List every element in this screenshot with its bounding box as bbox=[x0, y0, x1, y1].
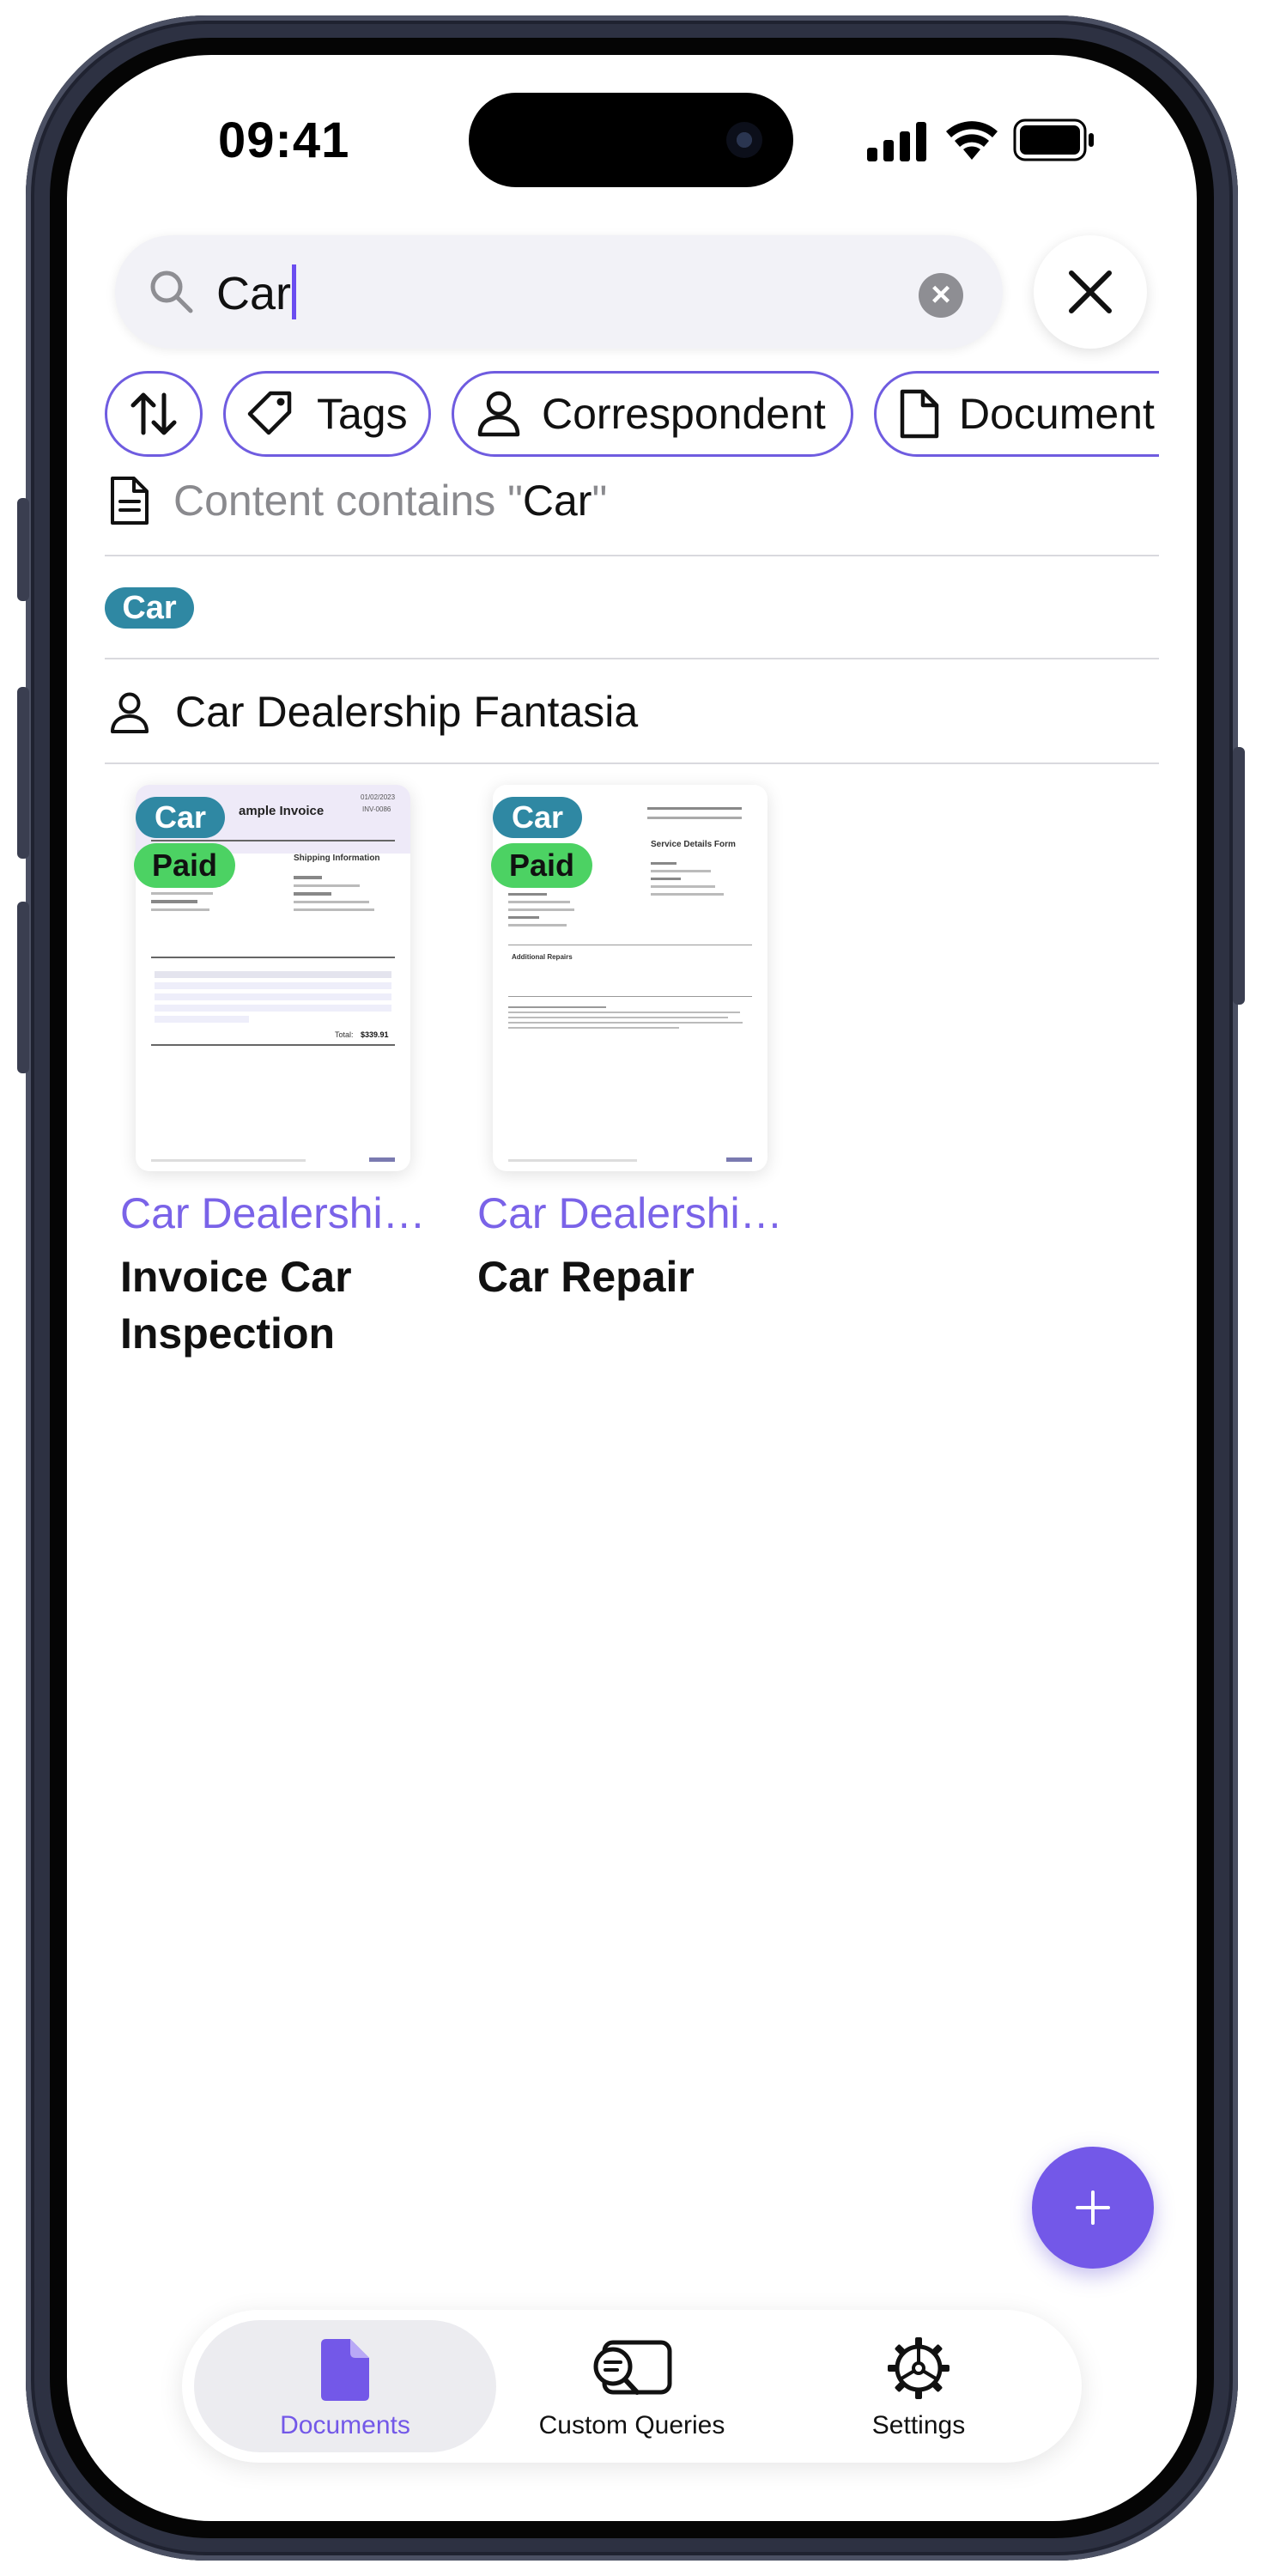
add-document-button[interactable] bbox=[1032, 2147, 1154, 2269]
preview-shipping-block bbox=[294, 871, 388, 922]
tab-custom-queries[interactable]: Custom Queries bbox=[498, 2320, 766, 2452]
battery-icon bbox=[1013, 118, 1094, 161]
status-time: 09:41 bbox=[218, 112, 350, 168]
document-type-filter-chip[interactable]: Document bbox=[874, 371, 1159, 457]
chip-scroll-clip: Document bbox=[872, 361, 1159, 467]
preview-footer-logo bbox=[369, 1157, 395, 1162]
person-icon bbox=[111, 692, 149, 733]
text-caret bbox=[292, 264, 297, 319]
clear-search-button[interactable]: × bbox=[919, 273, 963, 318]
document-correspondent: Car Dealershi… bbox=[120, 1189, 426, 1237]
preview-footer bbox=[508, 1159, 637, 1162]
preview-text-block bbox=[508, 888, 585, 939]
tag-badge: Paid bbox=[491, 843, 592, 888]
preview-total: $339.91 bbox=[361, 1030, 389, 1039]
volume-down-button bbox=[17, 902, 29, 1073]
signal-icon bbox=[867, 122, 926, 161]
person-icon bbox=[477, 391, 520, 437]
search-message-icon bbox=[593, 2340, 672, 2395]
wifi-icon bbox=[946, 121, 998, 160]
preview-footer bbox=[151, 1159, 306, 1162]
preview-date: 01/02/2023 bbox=[361, 793, 396, 801]
document-card[interactable]: ample Invoice 01/02/2023 INV-0086 Shippi… bbox=[118, 785, 428, 1369]
close-search-button[interactable] bbox=[1034, 235, 1147, 349]
tab-settings-label: Settings bbox=[871, 2411, 966, 2439]
preview-table bbox=[155, 969, 391, 1029]
preview-heading: ample Invoice bbox=[239, 804, 325, 818]
preview-section: Shipping Information bbox=[294, 854, 380, 863]
correspondent-filter-chip[interactable]: Correspondent bbox=[452, 371, 853, 457]
camera-icon bbox=[726, 122, 762, 158]
preview-heading: Service Details Form bbox=[651, 840, 736, 849]
correspondent-suggestion-label: Car Dealership Fantasia bbox=[175, 688, 639, 736]
correspondent-suggestion[interactable]: Car Dealership Fantasia bbox=[105, 687, 1159, 742]
content-contains-label: Content contains "Car" bbox=[173, 477, 608, 525]
document-title: Invoice Car Inspection bbox=[120, 1253, 352, 1358]
tags-filter-label: Tags bbox=[317, 390, 408, 438]
document-type-filter-label: Document bbox=[959, 390, 1155, 438]
tag-badge: Car bbox=[136, 797, 225, 838]
tab-documents[interactable]: Documents bbox=[194, 2320, 496, 2452]
document-filled-icon bbox=[321, 2339, 369, 2401]
close-icon bbox=[1069, 270, 1112, 313]
search-icon bbox=[150, 270, 193, 313]
preview-total-label: Total: bbox=[335, 1030, 354, 1039]
content-contains-suggestion[interactable]: Content contains "Car" bbox=[105, 474, 1159, 529]
plus-icon bbox=[1076, 2190, 1110, 2225]
power-button bbox=[1233, 747, 1245, 1005]
preview-rule bbox=[151, 957, 395, 958]
preview-text-block bbox=[651, 857, 737, 926]
tab-custom-queries-label: Custom Queries bbox=[538, 2411, 725, 2439]
action-button bbox=[17, 498, 29, 601]
sort-chip[interactable] bbox=[105, 371, 203, 457]
volume-up-button bbox=[17, 687, 29, 859]
gear-icon bbox=[888, 2337, 950, 2399]
preview-terms bbox=[508, 1003, 752, 1037]
divider bbox=[105, 658, 1159, 659]
preview-rule bbox=[151, 1044, 395, 1046]
preview-rule bbox=[151, 840, 395, 841]
document-card[interactable]: Service Details Form Additional Repairs bbox=[476, 785, 785, 1369]
preview-footer-logo bbox=[726, 1157, 752, 1162]
divider bbox=[105, 762, 1159, 764]
tag-suggestion-pill: Car bbox=[105, 587, 194, 629]
search-input[interactable]: Car bbox=[216, 264, 297, 320]
tab-documents-label: Documents bbox=[280, 2411, 410, 2439]
sort-icon bbox=[130, 392, 177, 435]
document-correspondent: Car Dealershi… bbox=[477, 1189, 783, 1237]
tags-filter-chip[interactable]: Tags bbox=[223, 371, 431, 457]
correspondent-filter-label: Correspondent bbox=[542, 390, 826, 438]
tag-icon bbox=[247, 391, 292, 435]
tag-badge: Paid bbox=[134, 843, 235, 888]
document-title: Car Repair bbox=[477, 1253, 695, 1301]
document-icon bbox=[900, 389, 939, 439]
tag-suggestion[interactable]: Car bbox=[105, 587, 1159, 629]
preview-rule bbox=[508, 996, 752, 997]
divider bbox=[105, 555, 1159, 556]
preview-number: INV-0086 bbox=[362, 805, 391, 813]
tab-settings[interactable]: Settings bbox=[785, 2320, 1053, 2452]
tag-badge: Car bbox=[493, 797, 582, 838]
document-text-icon bbox=[111, 477, 149, 525]
preview-meta-block bbox=[647, 804, 742, 829]
preview-section: Additional Repairs bbox=[512, 953, 573, 961]
